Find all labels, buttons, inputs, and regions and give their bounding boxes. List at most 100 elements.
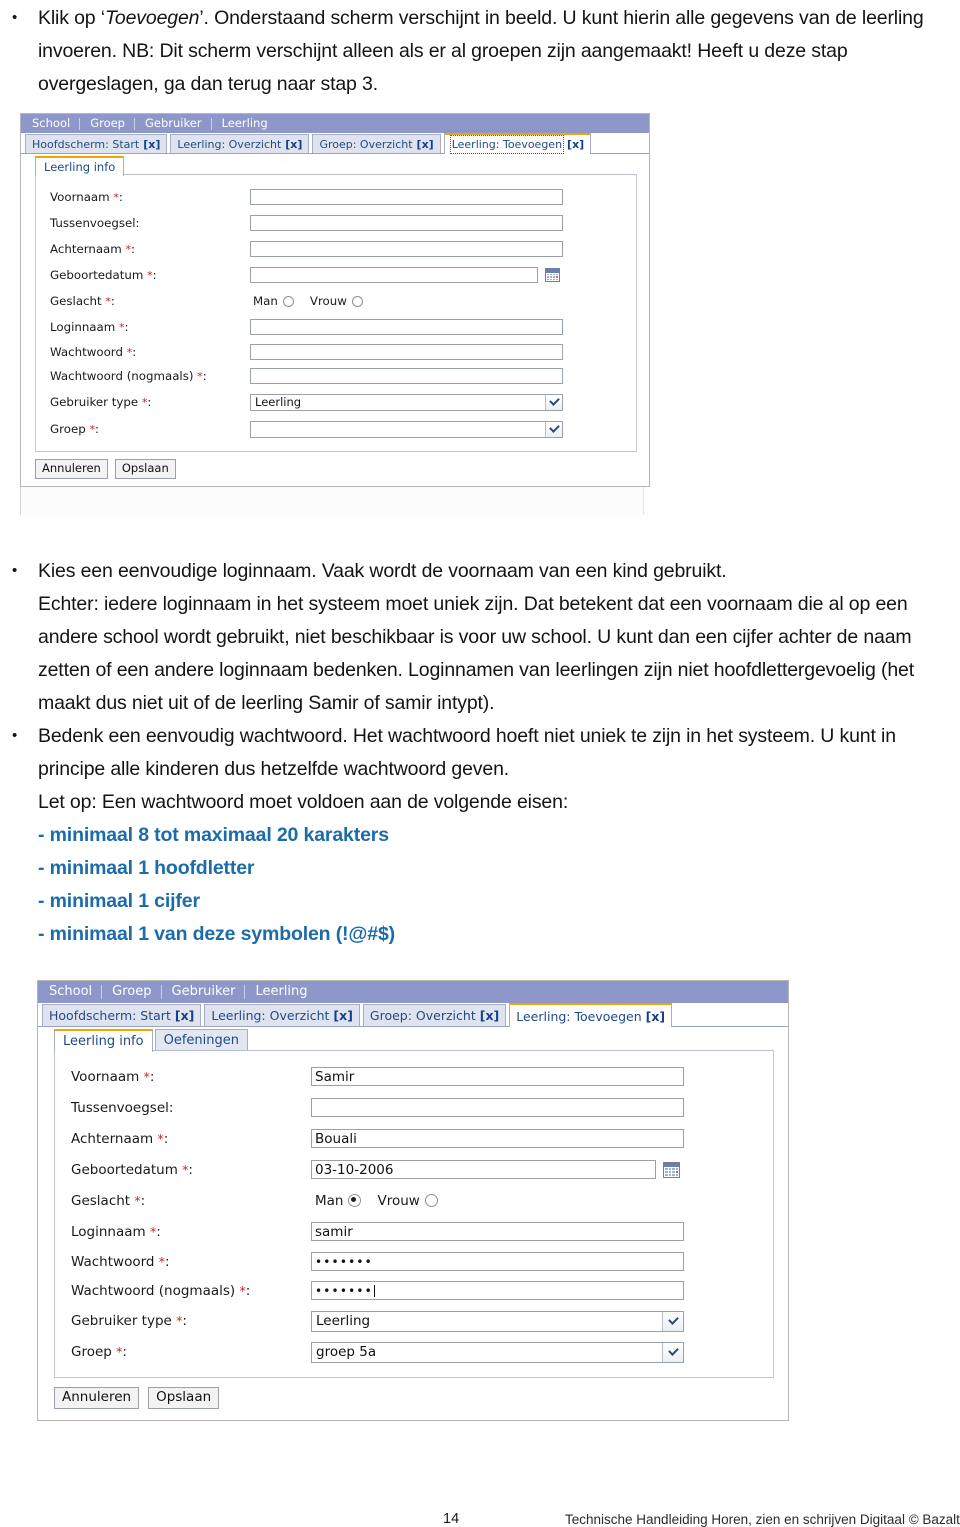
subtab-leerling-info[interactable]: Leerling info bbox=[54, 1029, 153, 1052]
menu-separator bbox=[244, 985, 246, 999]
app-window-1: School Groep Gebruiker Leerling Hoofdsch… bbox=[20, 113, 650, 487]
window-tabstrip-1: Hoofdscherm: Start [x] Leerling: Overzic… bbox=[21, 133, 649, 154]
menu-separator bbox=[101, 985, 103, 999]
calendar-icon[interactable] bbox=[545, 268, 560, 282]
label-groep: Groep *: bbox=[50, 422, 99, 436]
subtab-oefeningen[interactable]: Oefeningen bbox=[154, 1029, 248, 1051]
menu-item-school[interactable]: School bbox=[29, 114, 79, 133]
input-loginnaam[interactable]: samir bbox=[311, 1222, 684, 1241]
tab-close-icon[interactable]: [x] bbox=[333, 1007, 353, 1024]
input-wachtwoord-nogmaals[interactable] bbox=[250, 368, 563, 384]
input-voornaam[interactable]: Samir bbox=[311, 1067, 684, 1086]
select-value: groep 5a bbox=[316, 1344, 377, 1360]
cancel-button[interactable]: Annuleren bbox=[35, 459, 108, 479]
text-caret bbox=[373, 1284, 375, 1297]
required-asterisk: * bbox=[157, 1130, 164, 1146]
screenshot-leerling-toevoegen-filled: School Groep Gebruiker Leerling Hoofdsch… bbox=[37, 980, 797, 1421]
label-groep: Groep *: bbox=[71, 1344, 127, 1360]
input-voornaam[interactable] bbox=[250, 189, 563, 205]
radio-vrouw[interactable] bbox=[424, 1194, 438, 1207]
menu-item-leerling[interactable]: Leerling bbox=[219, 114, 277, 133]
tab-leerling-toevoegen[interactable]: Leerling: Toevoegen [x] bbox=[443, 133, 592, 154]
tab-leerling-toevoegen[interactable]: Leerling: Toevoegen [x] bbox=[509, 1003, 673, 1027]
label-loginnaam: Loginnaam *: bbox=[71, 1223, 161, 1240]
menu-item-gebruiker[interactable]: Gebruiker bbox=[169, 981, 245, 1003]
label-text: Gebruiker type bbox=[50, 395, 139, 409]
calendar-icon[interactable] bbox=[663, 1161, 680, 1178]
tab-leerling-overzicht[interactable]: Leerling: Overzicht [x] bbox=[204, 1004, 360, 1026]
tab-label: Leerling: Overzicht bbox=[211, 1008, 330, 1023]
tab-leerling-overzicht[interactable]: Leerling: Overzicht [x] bbox=[170, 134, 310, 153]
input-tussenvoegsel[interactable] bbox=[250, 215, 563, 231]
select-gebruiker-type[interactable]: Leerling bbox=[311, 1310, 684, 1332]
cancel-button[interactable]: Annuleren bbox=[54, 1387, 140, 1409]
save-button[interactable]: Opslaan bbox=[148, 1387, 220, 1409]
leerling-form-1: Voornaam *: Tussenvoegsel: Achternaam *:… bbox=[35, 175, 637, 452]
window-tabstrip-2: Hoofdscherm: Start [x] Leerling: Overzic… bbox=[38, 1003, 788, 1027]
menu-item-gebruiker[interactable]: Gebruiker bbox=[142, 114, 211, 133]
field-row-groep: Groep *: groep 5a bbox=[55, 1337, 773, 1367]
label-text: Geslacht bbox=[50, 294, 102, 308]
body-text-block: Kies een eenvoudige loginnaam. Vaak word… bbox=[0, 554, 960, 951]
input-tussenvoegsel[interactable] bbox=[311, 1098, 684, 1117]
field-row-geboortedatum: Geboortedatum *: 03-10-2006 bbox=[55, 1154, 773, 1185]
field-row-geslacht: Geslacht *: Man Vrouw bbox=[36, 288, 636, 314]
subtab-leerling-info[interactable]: Leerling info bbox=[35, 156, 125, 176]
label-tussenvoegsel: Tussenvoegsel: bbox=[50, 216, 140, 230]
radio-man[interactable] bbox=[348, 1194, 362, 1207]
chevron-down-icon[interactable] bbox=[545, 394, 562, 410]
label-text: Voornaam bbox=[71, 1068, 140, 1085]
bullet2-line1: Kies een eenvoudige loginnaam. Vaak word… bbox=[38, 560, 727, 582]
required-asterisk: * bbox=[141, 396, 148, 409]
chevron-down-icon[interactable] bbox=[545, 421, 562, 437]
input-wachtwoord[interactable] bbox=[250, 344, 563, 360]
required-asterisk: * bbox=[116, 1344, 123, 1359]
menu-item-groep[interactable]: Groep bbox=[109, 981, 160, 1003]
tab-close-icon[interactable]: [x] bbox=[285, 136, 302, 153]
input-achternaam[interactable]: Bouali bbox=[311, 1129, 684, 1148]
required-asterisk: * bbox=[143, 1068, 150, 1084]
input-geboortedatum[interactable] bbox=[250, 267, 538, 283]
masked-password-value: ••••••• bbox=[315, 1283, 373, 1298]
label-achternaam: Achternaam *: bbox=[71, 1130, 169, 1147]
tab-groep-overzicht[interactable]: Groep: Overzicht [x] bbox=[362, 1004, 507, 1026]
field-row-loginnaam: Loginnaam *: bbox=[36, 314, 636, 340]
label-text: Loginnaam bbox=[50, 320, 116, 334]
save-button[interactable]: Opslaan bbox=[114, 459, 176, 479]
tab-close-icon[interactable]: [x] bbox=[417, 136, 434, 153]
tab-close-icon[interactable]: [x] bbox=[175, 1007, 195, 1024]
tab-close-icon[interactable]: [x] bbox=[567, 136, 584, 153]
required-asterisk: * bbox=[239, 1282, 246, 1298]
input-achternaam[interactable] bbox=[250, 241, 563, 257]
required-asterisk: * bbox=[125, 243, 132, 256]
field-row-loginnaam: Loginnaam *: samir bbox=[55, 1216, 773, 1247]
tab-close-icon[interactable]: [x] bbox=[480, 1007, 500, 1024]
field-row-wachtwoord: Wachtwoord *: bbox=[36, 340, 636, 364]
tab-hoofdscherm-start[interactable]: Hoofdscherm: Start [x] bbox=[42, 1004, 202, 1026]
bullet3-text: Bedenk een eenvoudig wachtwoord. Het wac… bbox=[38, 725, 896, 780]
label-geslacht: Geslacht *: bbox=[50, 294, 115, 308]
select-groep[interactable]: groep 5a bbox=[311, 1341, 684, 1363]
field-row-voornaam: Voornaam *: Samir bbox=[55, 1061, 773, 1092]
menu-item-groep[interactable]: Groep bbox=[87, 114, 134, 133]
tab-hoofdscherm-start[interactable]: Hoofdscherm: Start [x] bbox=[25, 134, 168, 153]
intro-text-italic: Toevoegen bbox=[104, 7, 200, 29]
radio-man[interactable] bbox=[282, 295, 294, 307]
input-wachtwoord[interactable]: ••••••• bbox=[311, 1252, 684, 1271]
input-loginnaam[interactable] bbox=[250, 319, 563, 335]
window-bottom-filler-1 bbox=[20, 487, 644, 515]
select-gebruiker-type[interactable]: Leerling bbox=[250, 393, 563, 411]
tab-close-icon[interactable]: [x] bbox=[143, 136, 160, 153]
tab-close-icon[interactable]: [x] bbox=[646, 1008, 666, 1025]
input-geboortedatum[interactable]: 03-10-2006 bbox=[311, 1160, 656, 1179]
chevron-down-icon[interactable] bbox=[662, 1342, 683, 1362]
tab-groep-overzicht[interactable]: Groep: Overzicht [x] bbox=[312, 134, 441, 153]
menu-item-school[interactable]: School bbox=[46, 981, 101, 1003]
menu-item-leerling[interactable]: Leerling bbox=[252, 981, 316, 1003]
input-wachtwoord-nogmaals[interactable]: ••••••• bbox=[311, 1281, 684, 1300]
label-text: Wachtwoord (nogmaals) bbox=[50, 369, 194, 383]
radio-vrouw[interactable] bbox=[351, 295, 363, 307]
letop-note: Let op: Een wachtwoord moet voldoen aan … bbox=[38, 791, 569, 813]
select-groep[interactable] bbox=[250, 420, 563, 438]
chevron-down-icon[interactable] bbox=[662, 1311, 683, 1331]
